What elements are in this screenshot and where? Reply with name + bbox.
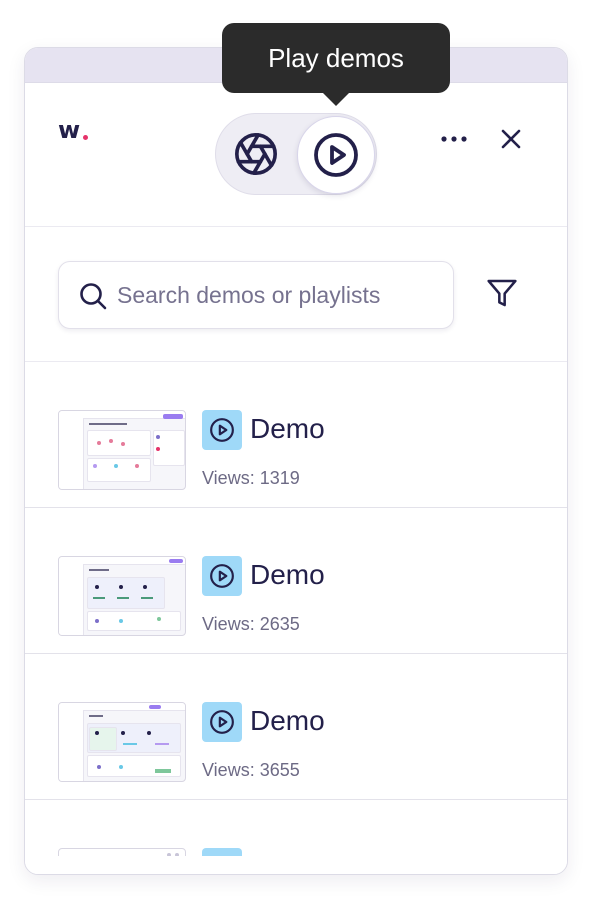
demo-title: Demo <box>250 559 325 590</box>
play-circle-icon[interactable] <box>297 116 375 194</box>
panel-bottom-fade <box>25 856 567 874</box>
panel-header: w <box>25 83 567 227</box>
demo-views: Views: 2635 <box>202 614 300 634</box>
play-demos-tooltip: Play demos <box>222 23 450 93</box>
logo-text: w <box>58 116 80 144</box>
mode-toggle[interactable] <box>215 113 377 195</box>
play-circle-icon <box>210 418 234 442</box>
tooltip-text: Play demos <box>268 42 404 73</box>
demo-badge <box>202 702 242 742</box>
close-icon[interactable] <box>495 123 527 155</box>
search-row <box>25 227 567 362</box>
demo-badge <box>202 556 242 596</box>
play-circle-icon <box>210 710 234 734</box>
demo-panel: w Search demos or playlists Demo Views: … <box>24 47 568 875</box>
tooltip-arrow <box>322 92 350 106</box>
list-item[interactable]: Demo Views: 2635 <box>25 508 567 654</box>
demo-thumbnail <box>58 702 186 782</box>
demo-thumbnail <box>58 556 186 636</box>
filter-icon[interactable] <box>485 276 519 310</box>
search-box[interactable] <box>58 261 454 329</box>
demo-thumbnail <box>58 410 186 490</box>
more-horizontal-icon[interactable] <box>437 124 471 154</box>
play-circle-icon <box>210 564 234 588</box>
search-input[interactable] <box>117 276 437 314</box>
logo: w <box>58 116 80 144</box>
search-icon <box>80 283 107 310</box>
demo-title: Demo <box>250 413 325 444</box>
demo-badge <box>202 410 242 450</box>
demo-list: Demo Views: 1319 Demo Views: 2635 Demo V… <box>25 362 567 874</box>
demo-title: Demo <box>250 705 325 736</box>
logo-dot <box>83 135 88 140</box>
demo-views: Views: 3655 <box>202 760 300 780</box>
aperture-icon[interactable] <box>230 128 282 180</box>
demo-views: Views: 1319 <box>202 468 300 488</box>
list-item[interactable]: Demo Views: 1319 <box>25 362 567 508</box>
list-item[interactable]: Demo Views: 3655 <box>25 654 567 800</box>
